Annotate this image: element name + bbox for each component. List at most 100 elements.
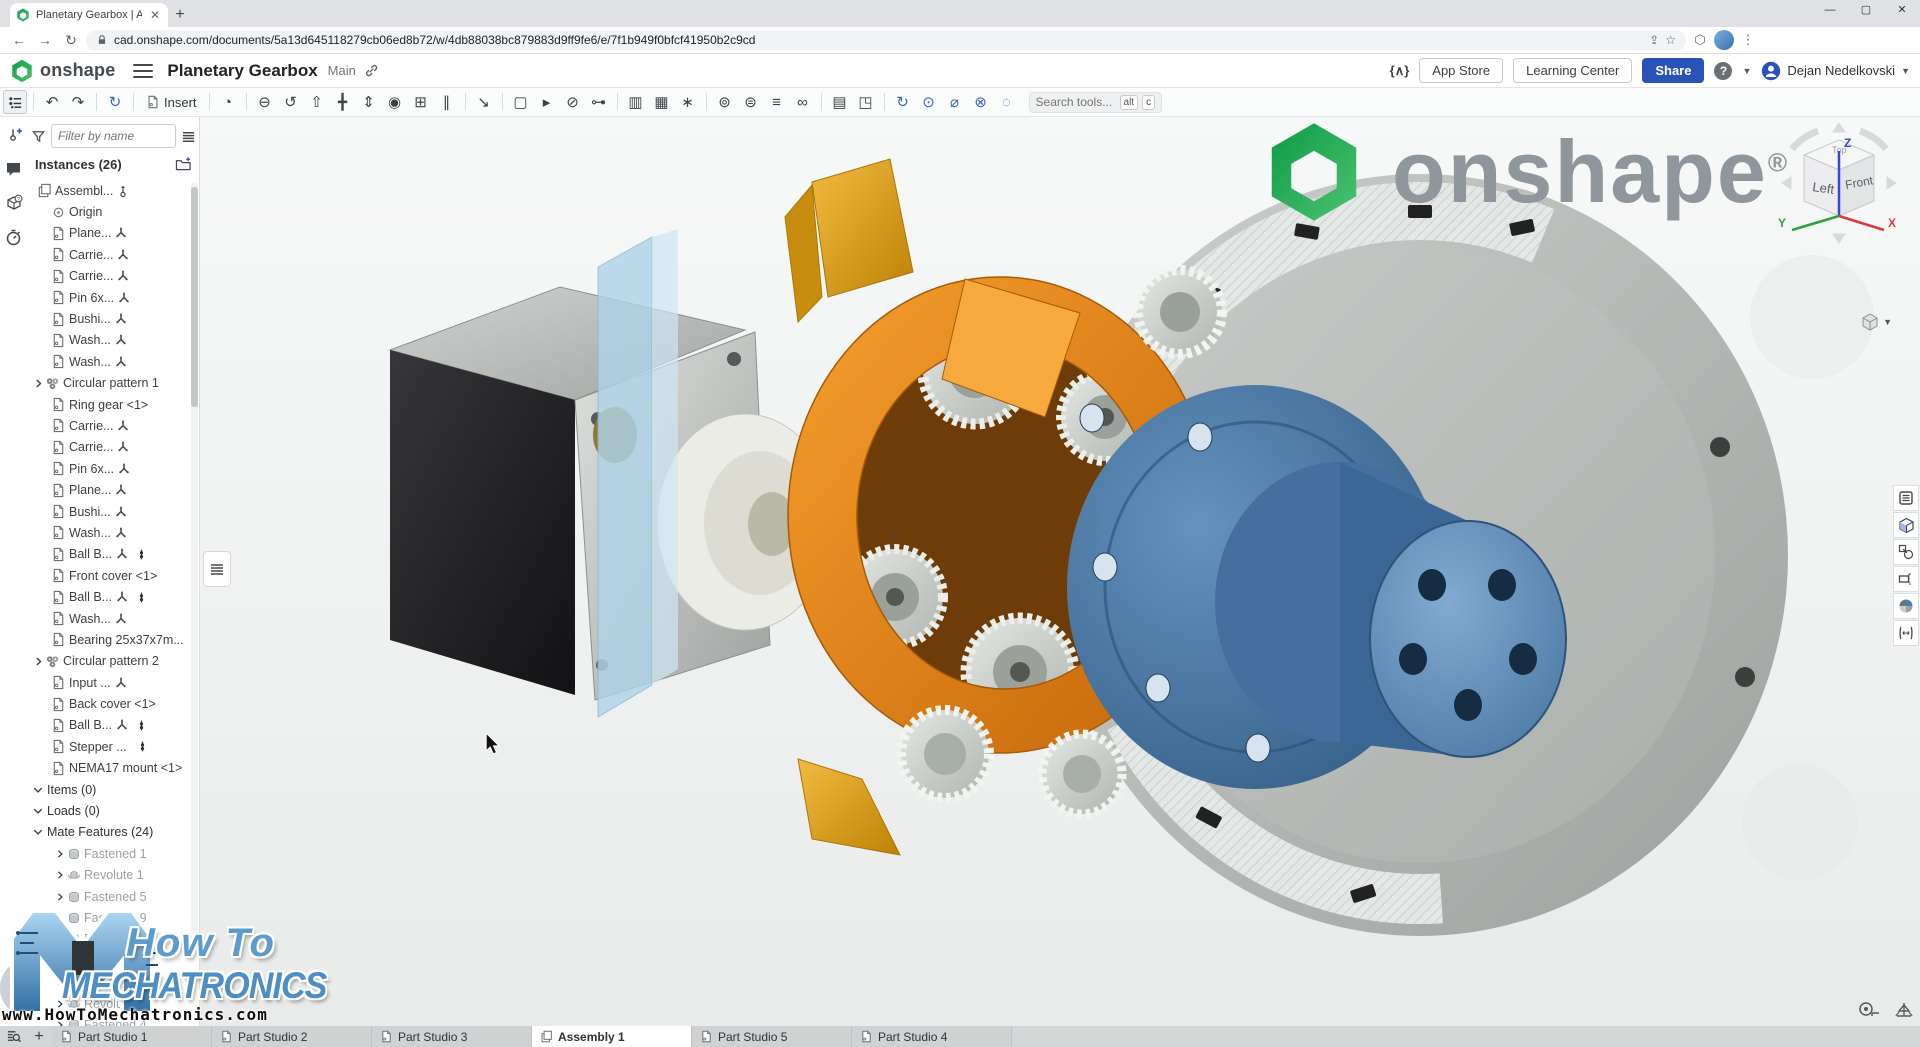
gear-relation-icon[interactable]: ⊚ (713, 90, 737, 114)
list-options-icon[interactable] (181, 129, 196, 144)
history-icon[interactable]: ◔ (216, 90, 240, 114)
document-title[interactable]: Planetary Gearbox (167, 61, 317, 81)
mate-feature-item[interactable]: Fastened 11 (27, 950, 200, 971)
move-rotate-icon[interactable]: ⇕ (357, 90, 381, 114)
element-tab-part-studio-1[interactable]: Part Studio 1 (52, 1026, 212, 1047)
tree-item[interactable]: Bearing 25x37x7m... (27, 629, 200, 650)
view-cube[interactable]: Left Front Top Z X Y (1774, 123, 1904, 248)
section-view-icon[interactable] (1893, 566, 1919, 592)
box-select-icon[interactable]: ▢ (509, 90, 533, 114)
window-maximize-icon[interactable]: ▢ (1848, 0, 1884, 20)
tree-item[interactable]: Front cover <1> (27, 565, 200, 586)
omnibox[interactable]: cad.onshape.com/documents/5a13d645118279… (86, 30, 1686, 51)
window-minimize-icon[interactable]: — (1812, 0, 1848, 20)
tree-item[interactable]: Wash... (27, 608, 200, 629)
snap-mode-icon[interactable]: ↘ (472, 90, 496, 114)
rack-relation-icon[interactable]: ≡ (765, 90, 789, 114)
share-button[interactable]: Share (1642, 58, 1704, 83)
planar-mate-icon[interactable]: ⊞ (409, 90, 433, 114)
onshape-logo-icon[interactable] (10, 59, 34, 83)
tree-item[interactable]: Wash... (27, 522, 200, 543)
animate-diameter-icon[interactable]: ⌀ (943, 90, 967, 114)
tree-item[interactable]: Ball B... (27, 586, 200, 607)
tree-item[interactable]: NEMA17 mount <1> (27, 758, 200, 779)
undo-icon[interactable]: ↶ (40, 90, 64, 114)
tape-measure-icon[interactable] (1858, 1001, 1880, 1019)
element-tab-part-studio-4[interactable]: Part Studio 4 (852, 1026, 1012, 1047)
tree-item[interactable]: Stepper ... (27, 736, 200, 757)
forward-icon[interactable]: → (34, 29, 56, 51)
add-element-button[interactable]: + (26, 1026, 52, 1047)
tree-item[interactable]: Bushi... (27, 308, 200, 329)
tree-item[interactable]: Plane... (27, 223, 200, 244)
mate-connector-icon[interactable]: ⇧ (305, 90, 329, 114)
mate-connector-add-icon[interactable] (4, 125, 24, 145)
assembly-structure-toggle[interactable] (3, 90, 27, 114)
view-cube-left-face[interactable]: Left (1812, 179, 1836, 197)
mate-icon[interactable]: ⊖ (253, 90, 277, 114)
element-tab-part-studio-3[interactable]: Part Studio 3 (372, 1026, 532, 1047)
pattern-icon[interactable]: ▦ (650, 90, 674, 114)
browser-menu-icon[interactable]: ⋮ (1738, 30, 1758, 50)
tree-item[interactable]: Pin 6x... (27, 287, 200, 308)
search-tools-input[interactable] (1036, 95, 1116, 109)
tree-item[interactable]: Ball B... (27, 544, 200, 565)
tree-item[interactable]: Ring gear <1> (27, 394, 200, 415)
send-to-devices-icon[interactable]: ⇪ (1649, 33, 1659, 47)
exploded-view-icon[interactable]: ◳ (854, 90, 878, 114)
bom-panel-icon[interactable] (1893, 485, 1919, 511)
tree-section[interactable]: Items (0) (27, 779, 200, 800)
belt-relation-icon[interactable]: ∞ (791, 90, 815, 114)
tree-section[interactable]: Mate Features (24) (27, 822, 200, 843)
back-icon[interactable]: ← (8, 29, 30, 51)
tree-item[interactable]: Plane... (27, 479, 200, 500)
ball-mate-icon[interactable]: ◉ (383, 90, 407, 114)
mate-feature-item[interactable]: Fastened 4 (27, 1014, 200, 1026)
mate-connector-point[interactable] (892, 533, 898, 539)
element-tab-assembly-1[interactable]: Assembly 1 (532, 1026, 692, 1047)
mate-feature-item[interactable]: Fastened 1 (27, 843, 200, 864)
filter-input[interactable] (51, 124, 176, 148)
mate-feature-item[interactable]: Fastened 9 (27, 907, 200, 928)
fastened-mate-icon[interactable]: ╋ (331, 90, 355, 114)
parallel-mate-icon[interactable]: ∥ (435, 90, 459, 114)
window-close-icon[interactable]: ✕ (1884, 0, 1920, 20)
tree-item[interactable]: Wash... (27, 330, 200, 351)
tab-close-icon[interactable]: ✕ (148, 8, 162, 22)
app-store-button[interactable]: App Store (1419, 58, 1503, 83)
reload-icon[interactable]: ↻ (60, 29, 82, 51)
mate-feature-item[interactable]: Revolute 1 (27, 865, 200, 886)
redo-icon[interactable]: ↷ (66, 90, 90, 114)
filter-icon[interactable] (31, 129, 46, 144)
feature-list-handle[interactable] (203, 551, 231, 587)
mate-feature-item[interactable]: Revolute 2 (27, 993, 200, 1014)
element-tab-part-studio-5[interactable]: Part Studio 5 (692, 1026, 852, 1047)
tree-item[interactable]: Carrie... (27, 437, 200, 458)
insert-button[interactable]: Insert (140, 90, 203, 114)
tree-item[interactable]: Input ... (27, 672, 200, 693)
search-tools[interactable]: alt c (1029, 92, 1163, 113)
extensions-icon[interactable]: ⬡ (1690, 30, 1710, 50)
tree-section[interactable]: Loads (0) (27, 800, 200, 821)
panel-scrollbar[interactable] (191, 183, 198, 943)
interference-icon[interactable]: ∗ (676, 90, 700, 114)
bookmark-star-icon[interactable]: ☆ (1665, 33, 1676, 47)
animate-ghost-icon[interactable]: ◌ (995, 90, 1019, 114)
tree-item[interactable]: Ball B... (27, 715, 200, 736)
tree-item[interactable]: Carrie... (27, 244, 200, 265)
mate-feature-item[interactable]: Fastened 10 (27, 929, 200, 950)
user-menu[interactable]: Dejan Nedelkovski ▼ (1761, 61, 1910, 81)
tree-item[interactable]: Back cover <1> (27, 693, 200, 714)
replicate-icon[interactable]: ▥ (624, 90, 648, 114)
tree-item[interactable]: Bushi... (27, 501, 200, 522)
tree-item[interactable]: Circular pattern 1 (27, 373, 200, 394)
tab-manager-icon[interactable] (0, 1026, 26, 1047)
configurations-icon[interactable] (1893, 539, 1919, 565)
appearance-icon[interactable] (1893, 593, 1919, 619)
add-subassembly-icon[interactable] (175, 157, 192, 172)
tree-item[interactable]: Assembl... (27, 180, 200, 201)
api-featurescript-icon[interactable]: {∧} (1390, 63, 1410, 79)
transform-icon[interactable]: ▸ (535, 90, 559, 114)
scrollbar-thumb[interactable] (191, 187, 198, 407)
help-icon[interactable]: ? (1714, 62, 1732, 80)
